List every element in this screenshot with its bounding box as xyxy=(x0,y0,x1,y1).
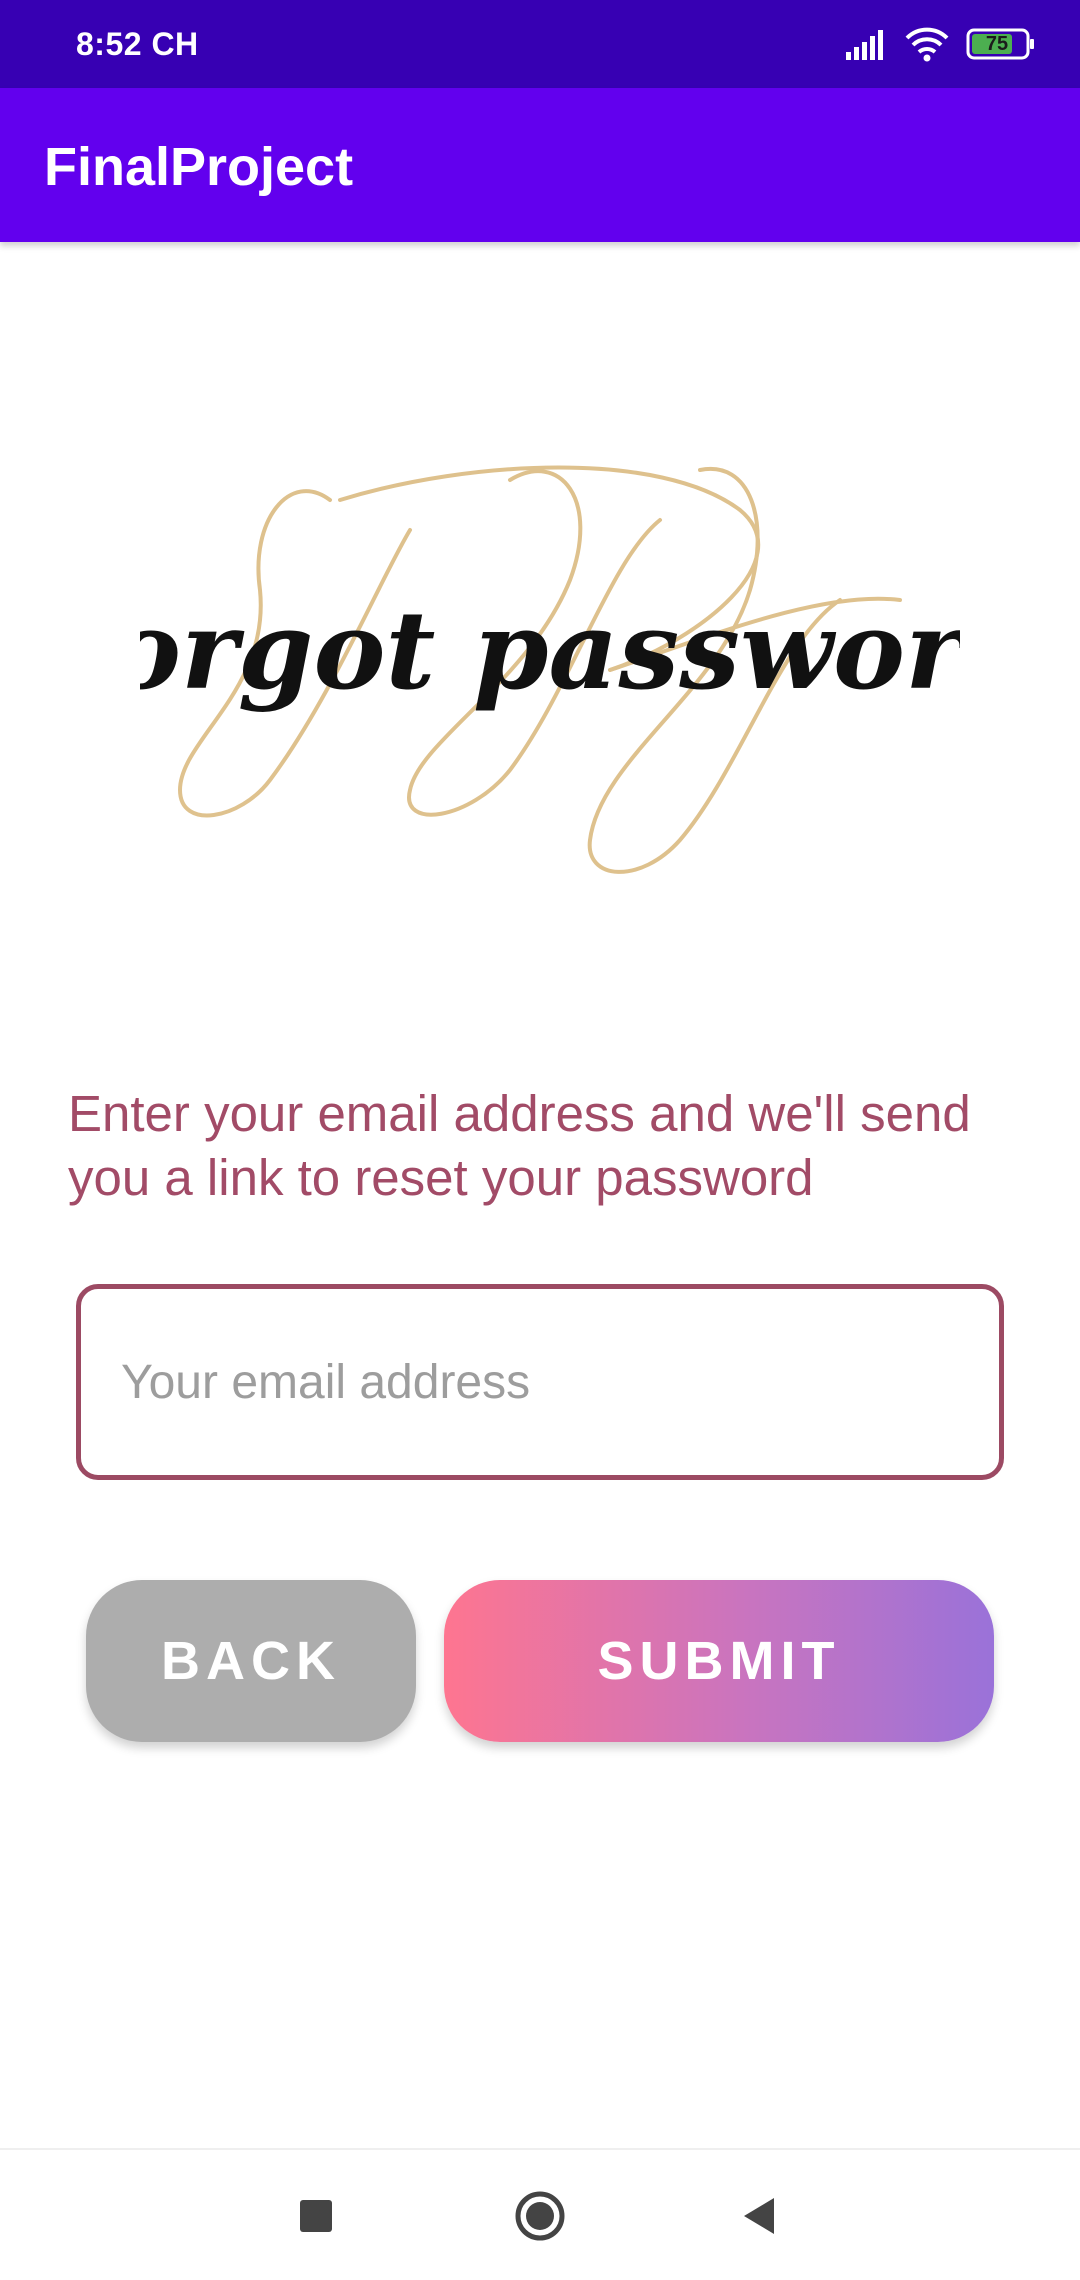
forgot-password-illustration: forgot password xyxy=(56,440,1037,900)
recent-apps-icon[interactable] xyxy=(284,2184,348,2248)
app-bar: FinalProject xyxy=(0,88,1080,242)
navigation-bar xyxy=(0,2148,1080,2280)
battery-icon: 75 xyxy=(966,26,1036,62)
signal-icon xyxy=(846,30,883,60)
status-icons: 75 xyxy=(844,26,1036,62)
email-field[interactable] xyxy=(119,1353,999,1411)
forgot-password-image: forgot password xyxy=(56,465,1037,874)
back-icon[interactable] xyxy=(728,2184,792,2248)
status-bar: 8:52 CH 75 xyxy=(0,0,1080,88)
wifi-icon xyxy=(905,27,949,62)
home-icon[interactable] xyxy=(508,2184,572,2248)
instruction-text: Enter your email address and we'll send … xyxy=(68,1085,971,1206)
submit-button[interactable]: SUBMIT xyxy=(444,1580,994,1742)
hero-text: forgot password xyxy=(140,588,960,714)
email-field-container[interactable] xyxy=(76,1284,1004,1480)
back-button[interactable]: BACK xyxy=(86,1580,416,1742)
status-time: 8:52 CH xyxy=(76,26,199,62)
app-title: FinalProject xyxy=(44,137,354,197)
battery-level: 75 xyxy=(985,32,1009,55)
